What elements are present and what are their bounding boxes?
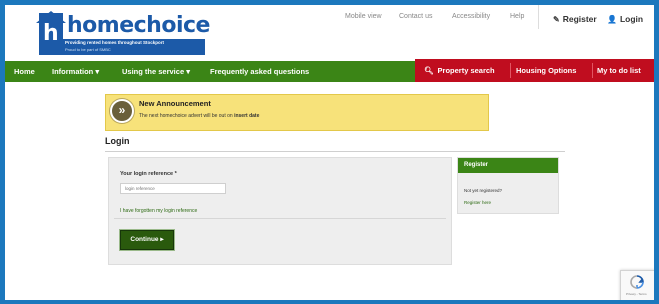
logo-tagline: Providing rented homes throughout Stockp… [65, 40, 164, 45]
announcement-title: New Announcement [139, 99, 211, 108]
announcement-text: The next homechoice advert will be out o… [139, 113, 259, 119]
nav-item-property-search[interactable]: 🔍︎ Property search [424, 59, 495, 82]
nav-item-information[interactable]: Information ▾ [52, 61, 99, 82]
browser-viewport: h homechoice Providing rented homes thro… [5, 5, 654, 300]
login-panel: Your login reference * I have forgotten … [108, 157, 452, 265]
nav-item-using-the-service[interactable]: Using the service ▾ [122, 61, 190, 82]
search-icon: 🔍︎ [424, 66, 434, 75]
page-title: Login [105, 136, 130, 146]
recaptcha-privacy-terms[interactable]: Privacy - Terms [626, 292, 647, 296]
nav-right-group: 🔍︎ Property search Housing Options My to … [415, 59, 654, 82]
forgot-login-link[interactable]: I have forgotten my login reference [120, 208, 197, 214]
announcement-text-prefix: The next homechoice advert will be out o… [139, 113, 233, 119]
register-button[interactable]: ✎ Register [549, 10, 601, 28]
nav-item-home[interactable]: Home [14, 61, 35, 82]
login-button-label: Login [619, 14, 644, 24]
recaptcha-icon [630, 275, 644, 289]
nav-item-my-to-do-list[interactable]: My to do list [597, 59, 641, 82]
login-reference-input[interactable] [120, 183, 226, 194]
register-button-label: Register [562, 14, 597, 24]
logo-subtagline: Proud to be part of SMBC [65, 47, 111, 52]
recaptcha-badge[interactable]: Privacy - Terms [620, 270, 654, 300]
announcement-date: insert date [234, 113, 260, 119]
continue-button[interactable]: Continue ▸ [120, 230, 174, 250]
nav-divider [510, 63, 511, 78]
nav-item-faq[interactable]: Frequently asked questions [210, 61, 309, 82]
login-button[interactable]: 👤 Login [603, 10, 647, 28]
nav-item-housing-options[interactable]: Housing Options [516, 59, 576, 82]
house-logo-icon: h [36, 11, 66, 55]
header-divider [538, 5, 539, 29]
top-link-contact-us[interactable]: Contact us [399, 13, 432, 20]
top-link-help[interactable]: Help [510, 13, 524, 20]
top-link-accessibility[interactable]: Accessibility [452, 13, 490, 20]
chevron-right-icon: » [110, 99, 134, 123]
login-reference-label: Your login reference * [120, 171, 177, 177]
register-box-question: Not yet registered? [464, 188, 503, 193]
pencil-icon: ✎ [553, 15, 560, 24]
nav-item-property-search-label: Property search [437, 66, 495, 75]
logo-wordmark: homechoice [67, 13, 210, 38]
logo-letter: h [43, 21, 59, 46]
user-icon: 👤 [607, 15, 617, 24]
title-divider [105, 151, 565, 152]
nav-divider [592, 63, 593, 78]
register-box: Register Not yet registered? Register he… [457, 157, 559, 214]
panel-divider [114, 218, 446, 219]
homechoice-logo[interactable]: h homechoice Providing rented homes thro… [36, 11, 210, 55]
announcement-banner: » New Announcement The next homechoice a… [105, 94, 489, 131]
top-link-mobile-view[interactable]: Mobile view [345, 13, 382, 20]
register-box-heading: Register [458, 158, 558, 173]
site-header: h homechoice Providing rented homes thro… [5, 5, 654, 61]
register-here-link[interactable]: Register here [464, 200, 491, 205]
